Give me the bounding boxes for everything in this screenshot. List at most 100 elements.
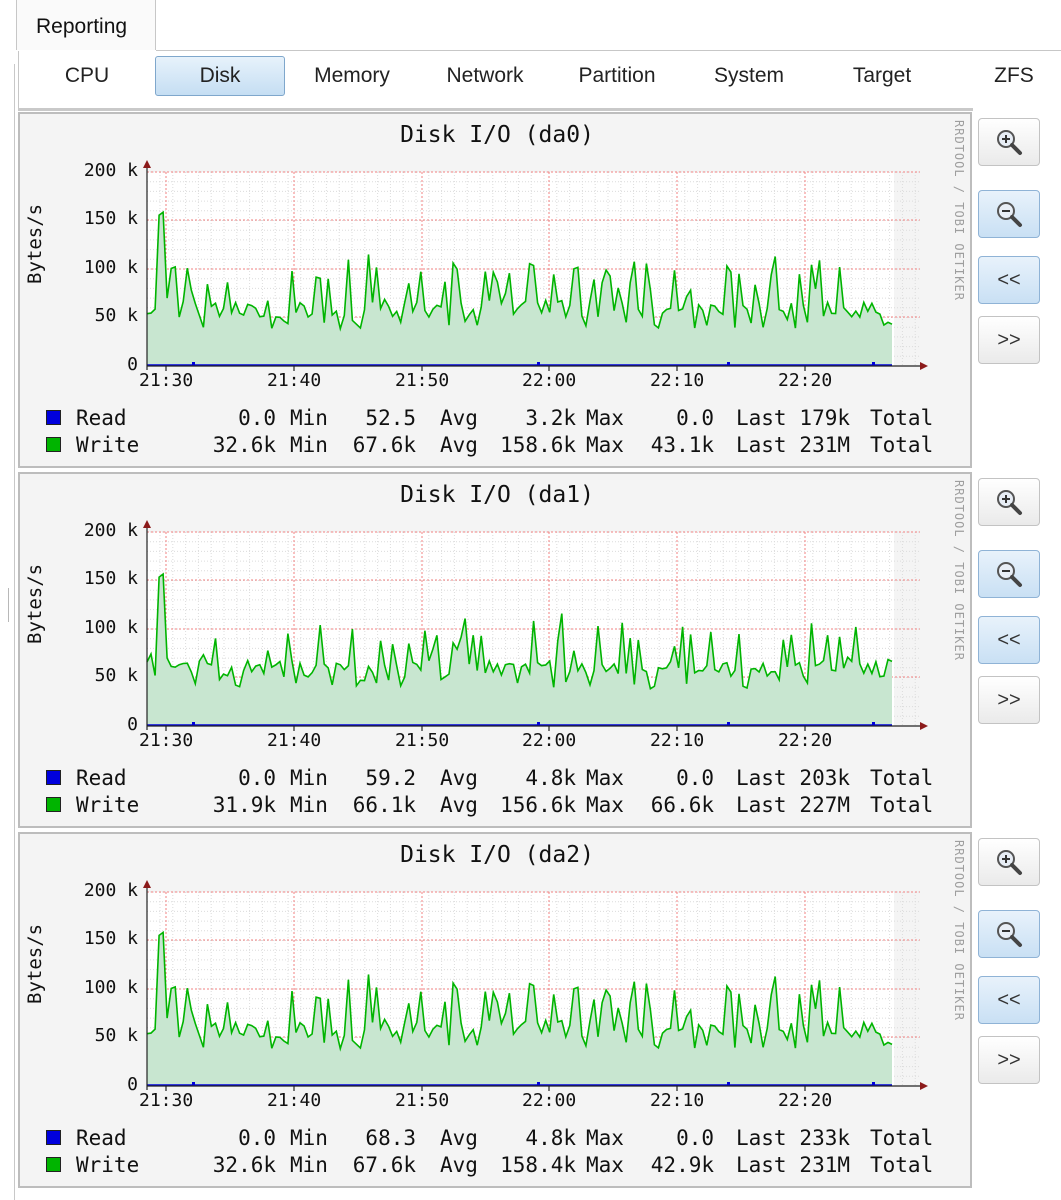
tab-memory[interactable]: Memory [299,56,405,96]
legend-total-value: 231M [799,1153,850,1177]
disk-io-graph: Disk I/O (da2) Bytes/s 200 k 150 k 100 k 50 k… [18,832,972,1188]
legend-max-label: Max [586,1153,624,1177]
zoom-in-icon [997,130,1022,155]
forward-button-label: >> [997,1048,1021,1071]
legend-last-label: Last [736,793,787,817]
forward-button[interactable]: >> [978,316,1040,364]
forward-button[interactable]: >> [978,1036,1040,1084]
legend-max-label: Max [586,793,624,817]
legend-avg-label: Avg [440,433,478,457]
zoom-out-icon [997,202,1022,227]
legend-row-write: Write 32.6k Min 67.6k Avg 158.6k Max 43.1k Last 2… [46,433,946,459]
legend-series-name: Read [76,1126,127,1150]
legend-min-label: Min [290,766,328,790]
read-blip [192,722,195,725]
read-blip [872,362,875,365]
tab-target[interactable]: Target [837,56,927,96]
legend-last-value: 42.9k [650,1153,714,1177]
splitter-handle[interactable] [8,588,9,622]
legend-swatch [46,1130,61,1145]
legend-avg-value: 59.2 [365,766,416,790]
disk-io-graph: Disk I/O (da0) Bytes/s 200 k 150 k 100 k 50 k… [18,112,972,468]
legend-total-label: Total [870,1153,934,1177]
back-button[interactable]: << [978,616,1040,664]
zoom-in-button[interactable] [978,838,1040,886]
x-tick-label: 21:30 [139,370,194,391]
legend-total-label: Total [870,406,934,430]
y-tick-label: 100 k [83,257,138,278]
y-axis-arrow [143,160,151,168]
x-tick-label: 21:40 [267,730,322,751]
legend-last-label: Last [736,766,787,790]
legend-swatch [46,797,61,812]
x-tick-label: 21:30 [139,1090,194,1111]
graph-title: Disk I/O (da1) [400,482,594,508]
tab-system[interactable]: System [699,56,799,96]
rrdtool-watermark: RRDTOOL / TOBI OETIKER [952,120,966,301]
legend-min-value: 32.6k [212,1153,276,1177]
tab-disk[interactable]: Disk [155,56,285,96]
tab-zfs[interactable]: ZFS [979,56,1049,96]
legend-total-value: 227M [799,793,850,817]
legend-avg-value: 67.6k [352,1153,416,1177]
zoom-out-icon [997,562,1022,587]
subtab-bar: CPU Disk Memory Network Partition System… [18,51,1061,109]
y-tick-label: 0 [127,1074,138,1095]
x-axis-arrow [920,722,928,730]
read-blip [537,1082,540,1085]
read-blip [872,1082,875,1085]
back-button[interactable]: << [978,256,1040,304]
legend-total-label: Total [870,766,934,790]
zoom-out-button[interactable] [978,550,1040,598]
legend-max-label: Max [586,1126,624,1150]
legend-avg-label: Avg [440,1153,478,1177]
legend-series-name: Write [76,793,140,817]
x-tick-label: 21:50 [395,1090,450,1111]
legend-max-value: 3.2k [525,406,576,430]
tab-reporting-label: Reporting [36,15,128,38]
read-blip [727,1082,730,1085]
y-tick-label: 100 k [83,617,138,638]
y-tick-label: 0 [127,714,138,735]
zoom-out-button[interactable] [978,190,1040,238]
legend-series-name: Read [76,766,127,790]
legend-row-read: Read 0.0 Min 68.3 Avg 4.8k Max 0.0 Last 233k Total [46,1126,946,1152]
left-divider [14,64,15,1200]
zoom-in-button[interactable] [978,478,1040,526]
zoom-out-icon [997,922,1022,947]
y-tick-label: 200 k [83,520,138,541]
tab-partition[interactable]: Partition [561,56,673,96]
legend-row-write: Write 31.9k Min 66.1k Avg 156.6k Max 66.6k Last 2… [46,793,946,819]
legend-total-value: 231M [799,433,850,457]
x-tick-label: 22:20 [778,370,833,391]
tab-cpu[interactable]: CPU [47,56,127,96]
y-tick-label: 200 k [83,160,138,181]
legend-max-value: 158.4k [500,1153,576,1177]
y-tick-label: 200 k [83,880,138,901]
legend-max-value: 4.8k [525,766,576,790]
tab-network[interactable]: Network [431,56,539,96]
x-axis-arrow [920,362,928,370]
back-button[interactable]: << [978,976,1040,1024]
forward-button[interactable]: >> [978,676,1040,724]
legend-series-name: Read [76,406,127,430]
legend-row-read: Read 0.0 Min 52.5 Avg 3.2k Max 0.0 Last 179k Total [46,406,946,432]
legend-total-value: 233k [799,1126,850,1150]
x-axis-arrow [920,1082,928,1090]
graph-title: Disk I/O (da2) [400,842,594,868]
zoom-in-button[interactable] [978,118,1040,166]
back-button-label: << [997,988,1021,1011]
content-top-border [18,108,973,111]
tab-reporting[interactable]: Reporting [16,0,156,50]
x-tick-label: 21:50 [395,370,450,391]
legend-last-value: 0.0 [676,766,714,790]
legend-max-label: Max [586,406,624,430]
legend-last-label: Last [736,1153,787,1177]
legend-max-label: Max [586,433,624,457]
read-blip [537,362,540,365]
zoom-out-button[interactable] [978,910,1040,958]
y-tick-label: 150 k [83,208,138,229]
legend-avg-value: 52.5 [365,406,416,430]
forward-button-label: >> [997,328,1021,351]
legend-last-value: 0.0 [676,1126,714,1150]
